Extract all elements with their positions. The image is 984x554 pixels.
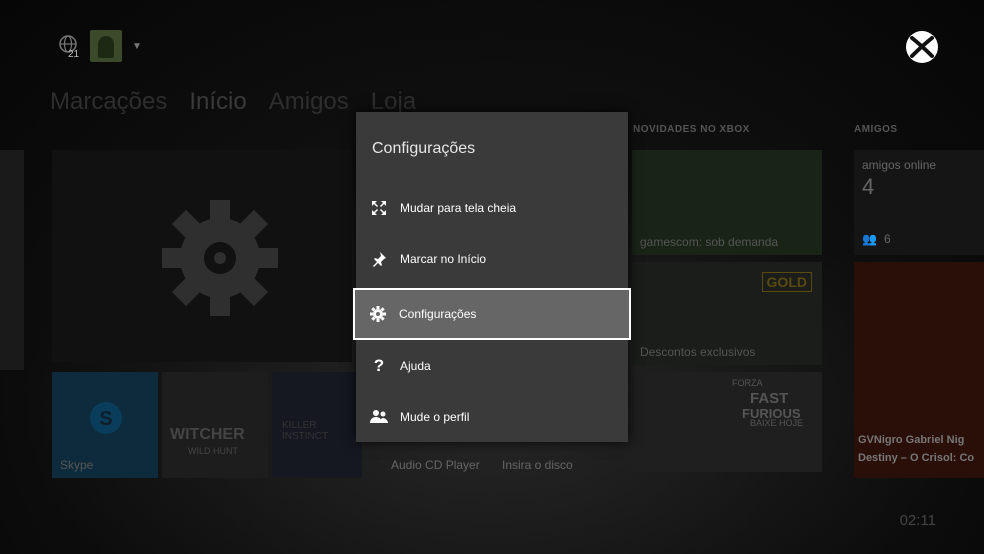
menu-item-pin-home[interactable]: Marcar no Início bbox=[356, 236, 628, 282]
forza-tile[interactable]: FORZA FAST FURIOUS BAIXE HOJE bbox=[632, 372, 822, 472]
top-bar: 21 ▼ bbox=[58, 30, 142, 62]
gamescom-label: gamescom: sob demanda bbox=[640, 235, 779, 249]
menu-item-fullscreen[interactable]: Mudar para tela cheia bbox=[356, 185, 628, 231]
witcher-title: WITCHER bbox=[170, 426, 245, 443]
tab-inicio[interactable]: Início bbox=[189, 88, 246, 116]
help-icon: ? bbox=[373, 356, 385, 375]
friends-section-header: AMIGOS bbox=[854, 124, 898, 135]
destiny-activity-user: GVNigro Gabriel Nig bbox=[858, 434, 965, 446]
menu-item-label: Mudar para tela cheia bbox=[400, 201, 517, 215]
gold-badge: GOLD bbox=[761, 272, 812, 292]
svg-text:S: S bbox=[99, 408, 112, 430]
download-now-label: BAIXE HOJE bbox=[750, 418, 804, 428]
menu-item-help[interactable]: ? Ajuda bbox=[356, 343, 628, 389]
avatar[interactable] bbox=[90, 30, 122, 62]
killer-instinct-title: KILLER INSTINCT bbox=[282, 420, 329, 442]
party-icon: 👥 bbox=[862, 232, 877, 246]
left-edge-tile[interactable] bbox=[0, 150, 24, 370]
menu-item-label: Ajuda bbox=[400, 359, 431, 373]
tab-marcacoes[interactable]: Marcações bbox=[50, 88, 167, 116]
friends-online-tile[interactable]: amigos online 4 👥 6 bbox=[854, 150, 984, 255]
witcher-subtitle: WILD HUNT bbox=[188, 446, 238, 456]
skype-tile[interactable]: S Skype bbox=[52, 372, 158, 478]
gear-icon bbox=[162, 200, 278, 316]
fast-label: FAST bbox=[750, 390, 789, 407]
witcher-tile[interactable]: WITCHER WILD HUNT bbox=[162, 372, 268, 478]
friends-online-count: 4 bbox=[862, 174, 875, 199]
tab-amigos[interactable]: Amigos bbox=[269, 88, 349, 116]
friends-online-label: amigos online bbox=[862, 158, 937, 172]
killer-instinct-tile[interactable]: KILLER INSTINCT bbox=[272, 372, 362, 478]
menu-item-label: Configurações bbox=[399, 307, 477, 321]
menu-title: Configurações bbox=[372, 140, 476, 157]
notification-count: 21 bbox=[68, 49, 80, 60]
gamescom-tile[interactable]: gamescom: sob demanda bbox=[632, 150, 822, 255]
menu-item-label: Marcar no Início bbox=[400, 252, 487, 266]
skype-icon: S bbox=[90, 402, 122, 434]
fullscreen-icon bbox=[370, 199, 388, 217]
clock: 02:11 bbox=[899, 512, 936, 529]
menu-item-label: Mude o perfil bbox=[400, 410, 470, 424]
discounts-label: Descontos exclusivos bbox=[640, 345, 756, 359]
audio-cd-label[interactable]: Audio CD Player bbox=[391, 458, 480, 472]
destiny-activity-tile[interactable]: GVNigro Gabriel Nig Destiny – O Crisol: … bbox=[854, 262, 984, 478]
chevron-down-icon[interactable]: ▼ bbox=[132, 41, 142, 52]
context-menu: Configurações Mudar para tela cheia Marc… bbox=[353, 112, 631, 442]
skype-label: Skype bbox=[60, 458, 94, 472]
destiny-activity-text: Destiny – O Crisol: Co bbox=[858, 452, 975, 464]
menu-item-switch-profile[interactable]: Mude o perfil bbox=[356, 394, 628, 440]
gear-icon bbox=[369, 305, 387, 323]
insert-disc-label[interactable]: Insira o disco bbox=[502, 458, 573, 472]
switch-profile-icon bbox=[370, 408, 388, 426]
notifications-globe-icon[interactable]: 21 bbox=[58, 34, 82, 60]
forza-brand: FORZA bbox=[732, 378, 763, 388]
xbox-logo-icon[interactable] bbox=[905, 30, 939, 64]
menu-item-settings[interactable]: Configurações bbox=[353, 288, 631, 340]
news-section-header: NOVIDADES NO XBOX bbox=[633, 124, 750, 135]
party-count: 6 bbox=[884, 232, 891, 246]
pin-icon bbox=[370, 250, 388, 268]
gold-discounts-tile[interactable]: GOLD Descontos exclusivos bbox=[632, 262, 822, 365]
